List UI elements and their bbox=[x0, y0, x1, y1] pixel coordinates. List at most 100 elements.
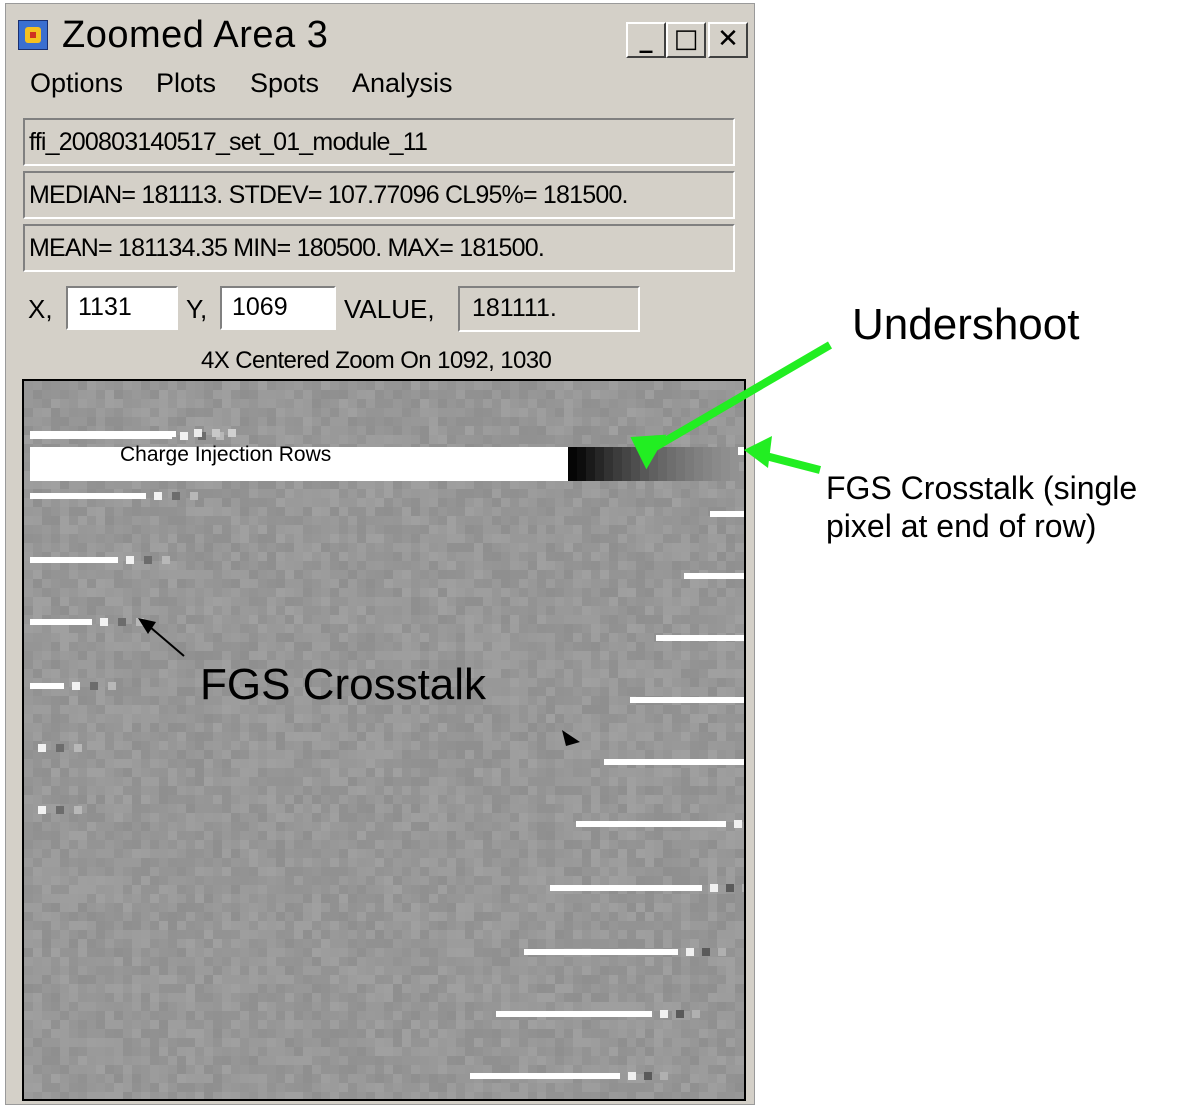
noise-pixel bbox=[348, 525, 357, 534]
noise-pixel bbox=[276, 597, 285, 606]
noise-pixel bbox=[366, 750, 375, 759]
noise-pixel bbox=[42, 723, 51, 732]
close-button[interactable]: ✕ bbox=[708, 22, 748, 58]
noise-pixel bbox=[312, 867, 321, 876]
noise-pixel bbox=[465, 732, 474, 741]
noise-pixel bbox=[600, 480, 609, 489]
menu-analysis[interactable]: Analysis bbox=[352, 68, 453, 99]
noise-pixel bbox=[510, 489, 519, 498]
noise-pixel bbox=[672, 903, 681, 912]
noise-pixel bbox=[474, 714, 483, 723]
noise-pixel bbox=[546, 606, 555, 615]
noise-pixel bbox=[249, 624, 258, 633]
noise-pixel bbox=[429, 714, 438, 723]
noise-pixel bbox=[609, 651, 618, 660]
noise-pixel bbox=[717, 732, 726, 741]
noise-pixel bbox=[447, 795, 456, 804]
noise-pixel bbox=[708, 552, 717, 561]
noise-pixel bbox=[573, 507, 582, 516]
noise-pixel bbox=[222, 804, 231, 813]
noise-pixel bbox=[240, 813, 249, 822]
app-icon[interactable] bbox=[18, 20, 48, 50]
noise-pixel bbox=[564, 588, 573, 597]
minimize-button[interactable]: _ bbox=[626, 22, 666, 58]
noise-pixel bbox=[366, 570, 375, 579]
noise-pixel bbox=[267, 543, 276, 552]
noise-pixel bbox=[483, 795, 492, 804]
noise-pixel bbox=[717, 435, 726, 444]
noise-pixel bbox=[69, 840, 78, 849]
noise-pixel bbox=[60, 381, 69, 390]
noise-pixel bbox=[276, 741, 285, 750]
noise-pixel bbox=[96, 795, 105, 804]
noise-pixel bbox=[384, 786, 393, 795]
noise-pixel bbox=[240, 399, 249, 408]
noise-pixel bbox=[582, 561, 591, 570]
noise-pixel bbox=[654, 390, 663, 399]
noise-pixel bbox=[510, 777, 519, 786]
noise-pixel bbox=[609, 624, 618, 633]
noise-pixel bbox=[159, 858, 168, 867]
noise-pixel bbox=[663, 804, 672, 813]
noise-pixel bbox=[546, 894, 555, 903]
zoomed-image[interactable]: Charge Injection Rows bbox=[22, 379, 746, 1101]
noise-pixel bbox=[645, 417, 654, 426]
noise-pixel bbox=[582, 714, 591, 723]
menu-plots[interactable]: Plots bbox=[156, 68, 216, 99]
noise-pixel bbox=[114, 939, 123, 948]
noise-pixel bbox=[375, 930, 384, 939]
title-bar[interactable]: Zoomed Area 3 _ □ ✕ bbox=[10, 8, 750, 62]
noise-pixel bbox=[393, 390, 402, 399]
noise-pixel bbox=[438, 570, 447, 579]
noise-pixel bbox=[312, 813, 321, 822]
noise-pixel bbox=[186, 417, 195, 426]
noise-pixel bbox=[393, 750, 402, 759]
noise-pixel bbox=[60, 570, 69, 579]
noise-pixel bbox=[321, 714, 330, 723]
noise-pixel bbox=[393, 777, 402, 786]
noise-pixel bbox=[519, 903, 528, 912]
noise-pixel bbox=[582, 390, 591, 399]
y-input[interactable]: 1069 bbox=[220, 286, 336, 330]
noise-pixel bbox=[114, 408, 123, 417]
noise-pixel bbox=[447, 480, 456, 489]
noise-pixel bbox=[411, 723, 420, 732]
noise-pixel bbox=[699, 750, 708, 759]
menu-spots[interactable]: Spots bbox=[250, 68, 319, 99]
noise-pixel bbox=[618, 867, 627, 876]
noise-pixel bbox=[537, 543, 546, 552]
noise-pixel bbox=[357, 894, 366, 903]
noise-pixel bbox=[456, 588, 465, 597]
noise-pixel bbox=[159, 939, 168, 948]
noise-pixel bbox=[96, 570, 105, 579]
noise-pixel bbox=[456, 615, 465, 624]
noise-pixel bbox=[519, 687, 528, 696]
noise-pixel bbox=[204, 768, 213, 777]
noise-pixel bbox=[375, 903, 384, 912]
noise-pixel bbox=[645, 597, 654, 606]
noise-pixel bbox=[42, 939, 51, 948]
noise-pixel bbox=[474, 489, 483, 498]
noise-pixel bbox=[222, 606, 231, 615]
noise-pixel bbox=[384, 543, 393, 552]
noise-pixel bbox=[573, 516, 582, 525]
noise-pixel bbox=[168, 804, 177, 813]
noise-pixel bbox=[654, 777, 663, 786]
x-input[interactable]: 1131 bbox=[66, 286, 178, 330]
noise-pixel bbox=[555, 921, 564, 930]
noise-pixel bbox=[636, 606, 645, 615]
noise-pixel bbox=[735, 660, 744, 669]
noise-pixel bbox=[654, 579, 663, 588]
noise-pixel bbox=[708, 768, 717, 777]
noise-pixel bbox=[249, 552, 258, 561]
noise-pixel bbox=[51, 624, 60, 633]
noise-pixel bbox=[348, 498, 357, 507]
noise-pixel bbox=[33, 876, 42, 885]
noise-pixel bbox=[735, 912, 744, 921]
menu-options[interactable]: Options bbox=[30, 68, 123, 99]
noise-pixel bbox=[663, 876, 672, 885]
noise-pixel bbox=[393, 732, 402, 741]
maximize-button[interactable]: □ bbox=[666, 22, 706, 58]
noise-pixel bbox=[357, 390, 366, 399]
noise-pixel bbox=[573, 795, 582, 804]
